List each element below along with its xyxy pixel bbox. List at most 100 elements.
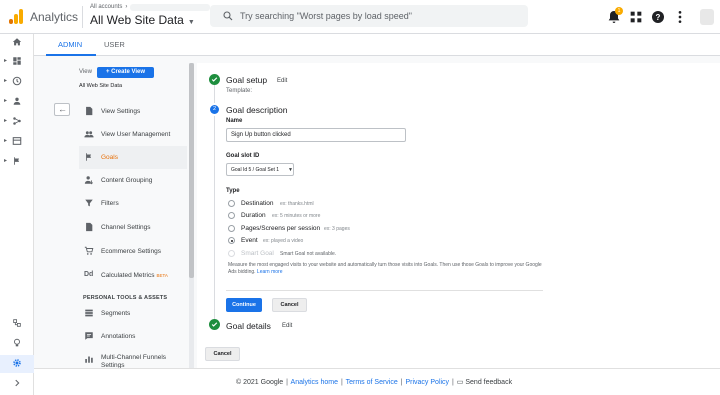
search-icon bbox=[223, 11, 233, 21]
chevron-right-icon bbox=[15, 379, 20, 387]
menu-item-goals[interactable]: Goals bbox=[79, 146, 187, 169]
nav-attribution[interactable] bbox=[0, 315, 34, 333]
cancel-button[interactable]: Cancel bbox=[272, 298, 307, 312]
back-button[interactable]: ← bbox=[54, 103, 70, 116]
apps-grid-icon[interactable] bbox=[628, 9, 644, 25]
radio-button[interactable] bbox=[228, 225, 235, 232]
goal-slot-label: Goal slot ID bbox=[226, 153, 260, 159]
goal-details-edit-link[interactable]: Edit bbox=[282, 323, 292, 329]
notification-badge: 1 bbox=[615, 7, 623, 15]
send-feedback-label: Send feedback bbox=[465, 379, 513, 386]
nav-collapse[interactable] bbox=[0, 375, 34, 393]
goal-details-title: Goal details bbox=[226, 321, 271, 331]
nav-home[interactable] bbox=[0, 34, 34, 52]
expand-arrow-icon: ▸ bbox=[4, 78, 8, 84]
nav-behavior[interactable]: ▸ bbox=[0, 133, 34, 151]
property-selector[interactable]: All Web Site Data ▼ bbox=[90, 13, 195, 27]
beta-badge: BETA bbox=[156, 273, 168, 278]
tab-user[interactable]: USER bbox=[104, 40, 125, 49]
menu-item-ecommerce-settings[interactable]: Ecommerce Settings bbox=[79, 240, 187, 263]
page-icon bbox=[86, 222, 93, 232]
menu-item-content-grouping[interactable]: Content Grouping bbox=[79, 169, 187, 192]
radio-button[interactable] bbox=[228, 200, 235, 207]
nav-admin[interactable] bbox=[0, 355, 34, 373]
help-icon[interactable]: ? bbox=[650, 9, 666, 25]
attribution-icon bbox=[13, 319, 21, 327]
menu-scrollbar-thumb[interactable] bbox=[189, 63, 194, 278]
privacy-policy-link[interactable]: Privacy Policy bbox=[405, 379, 449, 386]
app-name: Analytics bbox=[30, 10, 79, 24]
menu-item-view-user-management[interactable]: View User Management bbox=[79, 123, 187, 146]
annotation-icon bbox=[85, 332, 93, 340]
radio-button-selected[interactable] bbox=[228, 237, 235, 244]
menu-item-label: Content Grouping bbox=[101, 177, 153, 184]
property-name: All Web Site Data bbox=[90, 13, 184, 27]
nav-audience[interactable]: ▸ bbox=[0, 93, 34, 111]
copyright-text: © 2021 Google bbox=[236, 379, 284, 386]
analytics-logo-icon[interactable] bbox=[9, 9, 23, 24]
menu-item-filters[interactable]: Filters bbox=[79, 192, 187, 215]
acquisition-icon bbox=[13, 117, 21, 125]
goal-description-title: Goal description bbox=[226, 105, 288, 115]
type-option-hint: ex: 3 pages bbox=[324, 226, 350, 232]
arrow-left-icon: ← bbox=[58, 104, 67, 114]
menu-item-label: Goals bbox=[101, 154, 118, 161]
account-breadcrumb[interactable]: All accounts › bbox=[90, 4, 127, 10]
top-app-bar: Analytics All accounts › All Web Site Dat… bbox=[0, 0, 720, 34]
type-option-label: Destination bbox=[241, 200, 274, 207]
filter-icon bbox=[85, 199, 93, 207]
type-option-hint: ex: played a video bbox=[263, 238, 304, 244]
bars-icon bbox=[85, 356, 93, 363]
analytics-home-link[interactable]: Analytics home bbox=[291, 379, 338, 386]
learn-more-link[interactable]: Learn more bbox=[257, 269, 283, 275]
menu-item-view-settings[interactable]: View Settings bbox=[79, 100, 187, 123]
search-placeholder: Try searching "Worst pages by load speed… bbox=[240, 11, 412, 21]
nav-realtime[interactable]: ▸ bbox=[0, 73, 34, 91]
name-label: Name bbox=[226, 118, 243, 124]
nav-conversions[interactable]: ▸ bbox=[0, 153, 34, 171]
goal-setup-edit-link[interactable]: Edit bbox=[277, 78, 287, 84]
feedback-icon: ▭ bbox=[456, 379, 464, 386]
type-option-label: Event bbox=[241, 237, 258, 244]
menu-item-segments[interactable]: Segments bbox=[79, 302, 187, 325]
person-icon bbox=[13, 97, 21, 105]
send-feedback-link[interactable]: ▭ Send feedback bbox=[457, 379, 512, 386]
more-vertical-icon[interactable] bbox=[672, 9, 688, 25]
form-divider bbox=[226, 290, 543, 291]
section-heading-personal-tools: PERSONAL TOOLS & ASSETS bbox=[83, 295, 168, 301]
admin-tabs: ADMIN USER bbox=[34, 34, 720, 56]
menu-item-channel-settings[interactable]: Channel Settings bbox=[79, 216, 187, 239]
continue-button[interactable]: Continue bbox=[226, 298, 262, 312]
radio-button[interactable] bbox=[228, 212, 235, 219]
view-admin-menu: View Settings View User Management Goals… bbox=[79, 100, 187, 370]
avatar[interactable] bbox=[700, 9, 714, 25]
goal-setup-title: Goal setup bbox=[226, 75, 268, 85]
chevron-right-icon: › bbox=[125, 4, 128, 10]
type-option-label: Pages/Screens per session bbox=[241, 225, 321, 232]
menu-item-annotations[interactable]: Annotations bbox=[79, 325, 187, 348]
nav-customization[interactable]: ▸ bbox=[0, 53, 34, 71]
goal-slot-select[interactable]: Goal Id 5 / Goal Set 1 ▼ bbox=[226, 163, 294, 176]
view-name[interactable]: All Web Site Data bbox=[79, 83, 122, 89]
goal-name-value: Sign Up button clicked bbox=[231, 132, 291, 138]
type-option-label: Duration bbox=[241, 212, 266, 219]
menu-item-calculated-metrics[interactable]: Dd Calculated Metrics BETA bbox=[79, 264, 187, 287]
behavior-icon bbox=[12, 137, 22, 145]
tab-admin[interactable]: ADMIN bbox=[58, 40, 82, 49]
bottom-cancel-button[interactable]: Cancel bbox=[205, 347, 240, 361]
lightbulb-icon bbox=[14, 338, 20, 347]
view-label: View bbox=[79, 69, 92, 75]
nav-discover[interactable] bbox=[0, 335, 34, 353]
expand-arrow-icon: ▸ bbox=[4, 118, 8, 124]
menu-item-label: View Settings bbox=[101, 108, 141, 115]
goal-name-input[interactable]: Sign Up button clicked bbox=[226, 128, 406, 142]
search-bar[interactable]: Try searching "Worst pages by load speed… bbox=[210, 5, 528, 27]
type-option-hint: ex: 5 minutes or more bbox=[272, 213, 321, 219]
smart-goal-description: Measure the most engaged visits to your … bbox=[228, 262, 543, 276]
menu-item-label: Calculated Metrics BETA bbox=[101, 272, 168, 279]
expand-arrow-icon: ▸ bbox=[4, 138, 8, 144]
terms-of-service-link[interactable]: Terms of Service bbox=[346, 379, 398, 386]
step-connector bbox=[214, 85, 215, 103]
nav-acquisition[interactable]: ▸ bbox=[0, 113, 34, 131]
create-view-button[interactable]: + Create View bbox=[97, 67, 154, 78]
